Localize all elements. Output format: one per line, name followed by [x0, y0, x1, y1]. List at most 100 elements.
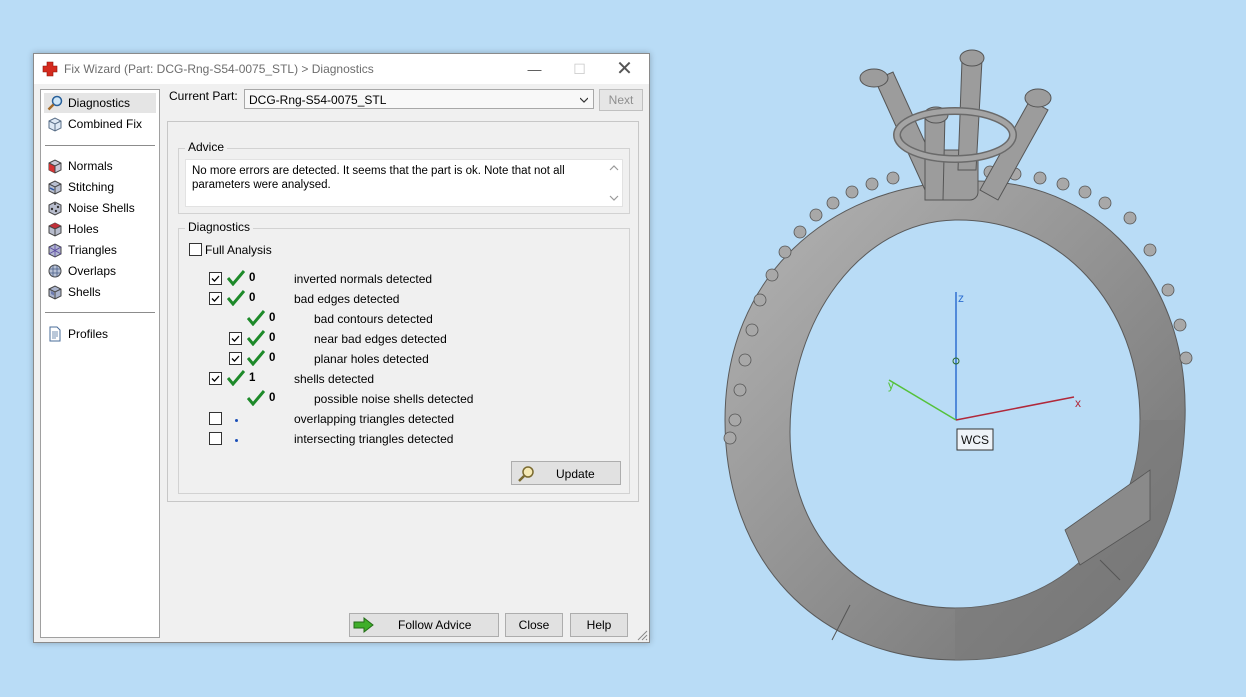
diag-label: inverted normals detected [294, 272, 433, 286]
window-title: Fix Wizard (Part: DCG-Rng-S54-0075_STL) … [64, 62, 374, 76]
app-cross-icon [42, 61, 58, 77]
shells-icon [48, 285, 62, 300]
pending-dot-icon [235, 419, 238, 422]
stitching-cube-icon [48, 180, 62, 195]
diag-count: 1 [249, 372, 256, 384]
resize-grip-icon[interactable] [637, 630, 648, 641]
nav-label: Combined Fix [68, 117, 143, 131]
diag-count: 0 [249, 292, 256, 304]
diag-label: bad contours detected [314, 312, 433, 326]
magnifier-icon [518, 466, 534, 482]
diag-row-checkbox[interactable] [209, 372, 222, 385]
update-button[interactable]: Update [511, 461, 621, 485]
diag-label: shells detected [294, 372, 375, 386]
nav-item-normals[interactable]: Normals [44, 156, 156, 176]
diag-label: possible noise shells detected [314, 392, 474, 406]
diag-row-checkbox[interactable] [229, 352, 242, 365]
green-check-icon [227, 270, 245, 286]
diag-count: 0 [269, 352, 276, 364]
current-part-value: DCG-Rng-S54-0075_STL [249, 93, 387, 107]
holes-cube-icon [48, 222, 62, 237]
diag-row-checkbox[interactable] [209, 272, 222, 285]
diag-label: planar holes detected [314, 352, 429, 366]
scroll-down-icon[interactable] [609, 194, 619, 202]
triangles-icon [48, 243, 62, 258]
green-check-icon [247, 350, 265, 366]
follow-advice-label: Follow Advice [398, 618, 472, 632]
nav-label: Normals [68, 159, 113, 173]
magnifier-icon [47, 95, 63, 111]
axis-z-label: z [958, 291, 964, 305]
normals-cube-icon [48, 159, 62, 174]
3d-viewport[interactable]: z y x WCS [700, 40, 1240, 670]
wcs-axes [888, 292, 1075, 421]
advice-group: Advice No more errors are detected. It s… [178, 140, 630, 214]
fix-wizard-window: Fix Wizard (Part: DCG-Rng-S54-0075_STL) … [33, 53, 650, 643]
update-label: Update [556, 467, 595, 481]
checkmark-icon [231, 335, 240, 342]
overlaps-icon [48, 264, 62, 278]
next-button[interactable]: Next [599, 89, 643, 111]
checkmark-icon [211, 275, 220, 282]
diag-row-checkbox[interactable] [229, 332, 242, 345]
close-window-button[interactable]: ✕ [602, 54, 647, 84]
diag-count: 0 [269, 312, 276, 324]
pending-dot-icon [235, 439, 238, 442]
minimize-button[interactable]: — [512, 54, 557, 84]
green-check-icon [247, 310, 265, 326]
nav-item-combined-fix[interactable]: Combined Fix [44, 114, 156, 134]
current-part-dropdown[interactable]: DCG-Rng-S54-0075_STL [244, 89, 594, 109]
nav-item-diagnostics[interactable]: Diagnostics [44, 93, 156, 113]
nav-label: Overlaps [68, 264, 117, 278]
close-button[interactable]: Close [505, 613, 563, 637]
chevron-down-icon [580, 97, 588, 103]
maximize-button[interactable]: ☐ [557, 54, 602, 84]
nav-item-noise-shells[interactable]: Noise Shells [44, 198, 156, 218]
diag-label: bad edges detected [294, 292, 400, 306]
diag-label: overlapping triangles detected [294, 412, 455, 426]
nav-label: Shells [68, 285, 101, 299]
green-check-icon [247, 330, 265, 346]
diag-row-checkbox[interactable] [209, 432, 222, 445]
nav-separator [45, 312, 155, 313]
diag-label: intersecting triangles detected [294, 432, 454, 446]
ring-model [723, 49, 1193, 661]
nav-item-shells[interactable]: Shells [44, 282, 156, 302]
full-analysis-checkbox[interactable] [189, 243, 202, 256]
diag-count: 0 [249, 272, 256, 284]
wizard-nav-panel: Diagnostics Combined Fix Normals Stitchi… [40, 89, 160, 638]
nav-label: Noise Shells [68, 201, 135, 215]
nav-label: Profiles [68, 327, 109, 341]
diag-row-checkbox[interactable] [209, 292, 222, 305]
diag-count: 0 [269, 332, 276, 344]
current-part-label: Current Part: [169, 89, 238, 103]
full-analysis-label: Full Analysis [205, 243, 272, 257]
diagnostics-panel: Advice No more errors are detected. It s… [167, 121, 639, 502]
diagnostics-title: Diagnostics [185, 220, 254, 234]
nav-separator [45, 145, 155, 146]
nav-item-holes[interactable]: Holes [44, 219, 156, 239]
checkmark-icon [211, 375, 220, 382]
title-bar[interactable]: Fix Wizard (Part: DCG-Rng-S54-0075_STL) … [34, 54, 649, 84]
diag-row-checkbox[interactable] [209, 412, 222, 425]
advice-textbox[interactable]: No more errors are detected. It seems th… [185, 159, 623, 207]
diagnostics-group: Diagnostics Full Analysis 0 inverted nor… [178, 220, 630, 494]
green-check-icon [247, 390, 265, 406]
follow-advice-button[interactable]: Follow Advice [349, 613, 499, 637]
axis-x-label: x [1075, 396, 1081, 410]
green-arrow-icon [353, 617, 374, 633]
help-button[interactable]: Help [570, 613, 628, 637]
nav-label: Stitching [68, 180, 115, 194]
green-check-icon [227, 370, 245, 386]
checkmark-icon [211, 295, 220, 302]
checkmark-icon [231, 355, 240, 362]
nav-item-triangles[interactable]: Triangles [44, 240, 156, 260]
nav-item-overlaps[interactable]: Overlaps [44, 261, 156, 281]
cube-outline-icon [48, 117, 62, 132]
nav-item-profiles[interactable]: Profiles [44, 324, 156, 344]
wcs-label: WCS [961, 433, 989, 447]
advice-title: Advice [185, 140, 228, 154]
nav-item-stitching[interactable]: Stitching [44, 177, 156, 197]
advice-text: No more errors are detected. It seems th… [192, 165, 565, 191]
scroll-up-icon[interactable] [609, 164, 619, 172]
